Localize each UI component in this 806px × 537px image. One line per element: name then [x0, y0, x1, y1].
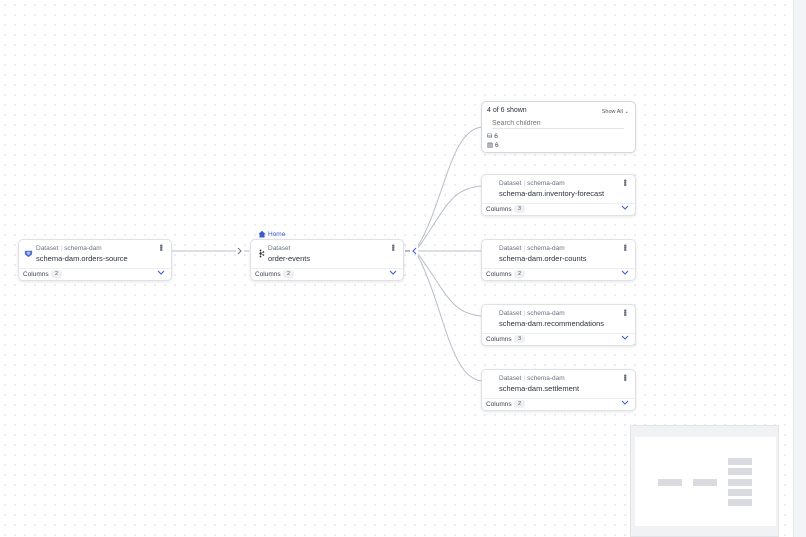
chevron-down-icon[interactable]: [621, 205, 629, 211]
database-icon: ⛁: [487, 133, 493, 140]
edge-center-child-1: [417, 185, 483, 249]
node-name: schema-dam.settlement: [499, 384, 580, 393]
node-child-3[interactable]: Dataset | schema-dam schema-dam.recommenda…: [481, 304, 636, 346]
home-label: Home: [268, 230, 286, 238]
node-name: schema-dam.recommendations: [499, 319, 605, 328]
chevron-down-icon[interactable]: [157, 270, 165, 276]
minimap-node: [658, 479, 682, 486]
columns-count-badge: 2: [51, 270, 63, 278]
dataset-platform-icon: [24, 250, 33, 258]
more-options-icon[interactable]: •••: [620, 179, 630, 185]
more-options-icon[interactable]: •••: [620, 374, 630, 380]
kafka-icon: [259, 249, 265, 258]
minimap-viewport[interactable]: [635, 437, 776, 526]
node-child-2[interactable]: Dataset | schema-dam schema-dam.order-coun…: [481, 239, 636, 281]
columns-label: Columns: [255, 271, 281, 278]
node-child-1[interactable]: Dataset | schema-dam schema-dam.inventory-…: [481, 174, 636, 216]
node-type: Dataset: [36, 245, 59, 252]
columns-count-badge: 3: [514, 335, 526, 343]
chevron-down-icon[interactable]: [389, 270, 397, 276]
edge-center-child-4: [417, 255, 483, 382]
node-upstream[interactable]: Dataset | schema-dam schema-dam.orders-sou…: [18, 239, 172, 281]
columns-label: Columns: [486, 401, 512, 408]
children-count: 4 of 6 shown: [487, 107, 527, 114]
columns-count-badge: 2: [283, 270, 295, 278]
node-type: Dataset: [499, 375, 522, 382]
node-platform: schema-dam: [527, 180, 565, 187]
node-name: schema-dam.inventory-forecast: [499, 189, 605, 198]
table-icon: ▤: [487, 142, 494, 149]
columns-count-badge: 2: [514, 270, 526, 278]
more-options-icon[interactable]: •••: [156, 244, 166, 250]
minimap-node: [728, 458, 752, 465]
search-children-input[interactable]: [492, 118, 624, 129]
chevron-down-icon[interactable]: [621, 270, 629, 276]
minimap-node: [728, 499, 752, 506]
columns-label: Columns: [486, 206, 512, 213]
chevron-down-icon: ⌄: [624, 109, 629, 115]
minimap-node: [728, 479, 752, 486]
node-name: order-events: [268, 254, 311, 263]
columns-count-badge: 2: [514, 400, 526, 408]
node-name: schema-dam.order-counts: [499, 254, 587, 263]
node-platform: schema-dam: [527, 310, 565, 317]
columns-label: Columns: [23, 271, 49, 278]
expand-upstream-icon[interactable]: [237, 247, 242, 255]
more-options-icon[interactable]: •••: [620, 244, 630, 250]
chevron-down-icon[interactable]: [621, 400, 629, 406]
node-platform: schema-dam: [64, 245, 102, 252]
more-options-icon[interactable]: •••: [388, 244, 398, 250]
minimap-node: [728, 489, 752, 496]
home-icon: [258, 230, 266, 238]
stat-datasets: ⛁ 6: [487, 133, 498, 140]
home-link[interactable]: Home: [258, 230, 285, 238]
more-options-icon[interactable]: •••: [620, 309, 630, 315]
show-all-button[interactable]: Show All ⌄: [602, 109, 629, 115]
chevron-down-icon[interactable]: [621, 335, 629, 341]
edge-center-panel: [417, 126, 483, 247]
columns-label: Columns: [486, 271, 512, 278]
node-platform: schema-dam: [527, 375, 565, 382]
expand-downstream-icon[interactable]: [412, 247, 417, 255]
node-type: Dataset: [268, 245, 291, 252]
node-center[interactable]: Dataset order-events ••• Columns 2: [250, 239, 404, 281]
node-type: Dataset: [499, 310, 522, 317]
edge-center-child-3: [417, 253, 483, 317]
minimap-node: [728, 468, 752, 475]
node-platform: schema-dam: [527, 245, 565, 252]
columns-count-badge: 3: [514, 205, 526, 213]
minimap-node: [693, 479, 717, 486]
stat-jobs: ▤ 6: [487, 142, 499, 149]
node-type: Dataset: [499, 180, 522, 187]
minimap[interactable]: [630, 425, 779, 537]
children-panel: 4 of 6 shown Show All ⌄ ⛁ 6 ▤ 6: [481, 101, 636, 153]
node-type: Dataset: [499, 245, 522, 252]
columns-label: Columns: [486, 336, 512, 343]
node-name: schema-dam.orders-source: [36, 254, 128, 263]
node-child-4[interactable]: Dataset | schema-dam schema-dam.settlement…: [481, 369, 636, 411]
